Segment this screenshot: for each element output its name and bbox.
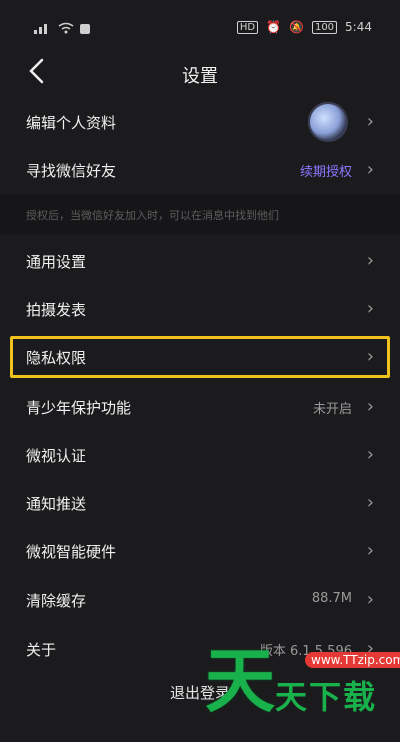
row-label: 青少年保护功能 (26, 399, 132, 417)
row-privacy-permissions[interactable]: 隐私权限 › (0, 333, 400, 381)
row-label: 微视智能硬件 (26, 543, 117, 561)
mute-icon: 🔕 (289, 20, 304, 34)
chevron-right-icon: › (366, 589, 374, 610)
row-general-settings[interactable]: 通用设置 › (0, 237, 400, 285)
renew-authorization-link[interactable]: 续期授权 (300, 161, 352, 180)
row-label: 清除缓存 (26, 592, 87, 610)
wifi-icon (58, 22, 74, 37)
row-teen-protection[interactable]: 青少年保护功能 未开启 › (0, 383, 400, 431)
row-label: 关于 (26, 641, 57, 659)
row-about[interactable]: 关于 版本 6.1.5.596 › (0, 625, 400, 673)
row-find-wechat-friends[interactable]: 寻找微信好友 续期授权 › (0, 146, 400, 194)
alarm-icon: ⏰ (266, 20, 281, 34)
hint-banner: 授权后，当微信好友加入时，可以在消息中找到他们 (0, 194, 400, 234)
chevron-right-icon: › (366, 492, 374, 513)
header: 设置 (0, 44, 400, 100)
row-weishi-verification[interactable]: 微视认证 › (0, 431, 400, 479)
status-bar: HD ⏰ 🔕 100 5:44 (0, 0, 400, 40)
row-label: 通知推送 (26, 495, 87, 513)
status-time: 5:44 (345, 20, 372, 34)
row-label: 微视认证 (26, 447, 87, 465)
chevron-right-icon: › (366, 638, 374, 659)
signal-icon (34, 22, 52, 37)
row-value: 版本 6.1.5.596 (259, 644, 352, 659)
row-edit-profile[interactable]: 编辑个人资料 › (0, 98, 400, 146)
page-title: 设置 (182, 66, 218, 87)
hd-icon: HD (236, 20, 259, 34)
row-notification-push[interactable]: 通知推送 › (0, 479, 400, 527)
settings-screen: HD ⏰ 🔕 100 5:44 设置 编辑个人资料 › 寻找微信好友 续期授权 … (0, 0, 400, 742)
row-label: 隐私权限 (26, 349, 87, 367)
chevron-right-icon: › (366, 346, 374, 367)
chevron-right-icon: › (366, 444, 374, 465)
row-value: 未开启 (312, 402, 352, 417)
row-label: 编辑个人资料 (26, 114, 117, 132)
row-shooting-publish[interactable]: 拍摄发表 › (0, 285, 400, 333)
chevron-right-icon: › (366, 111, 374, 132)
hint-text: 授权后，当微信好友加入时，可以在消息中找到他们 (26, 209, 279, 222)
notification-icon (80, 23, 90, 37)
row-label: 寻找微信好友 (26, 162, 117, 180)
chevron-right-icon: › (366, 298, 374, 319)
row-label: 通用设置 (26, 253, 87, 271)
chevron-right-icon: › (366, 396, 374, 417)
chevron-right-icon: › (366, 540, 374, 561)
battery-icon: 100 (311, 20, 338, 34)
row-label: 拍摄发表 (26, 301, 87, 319)
logout-button[interactable]: 退出登录 (0, 682, 400, 722)
row-smart-hardware[interactable]: 微视智能硬件 › (0, 527, 400, 575)
chevron-right-icon: › (366, 250, 374, 271)
row-value: 88.7M (311, 591, 352, 606)
avatar (308, 102, 348, 142)
chevron-right-icon: › (366, 159, 374, 180)
row-clear-cache[interactable]: 清除缓存 88.7M › (0, 576, 400, 624)
